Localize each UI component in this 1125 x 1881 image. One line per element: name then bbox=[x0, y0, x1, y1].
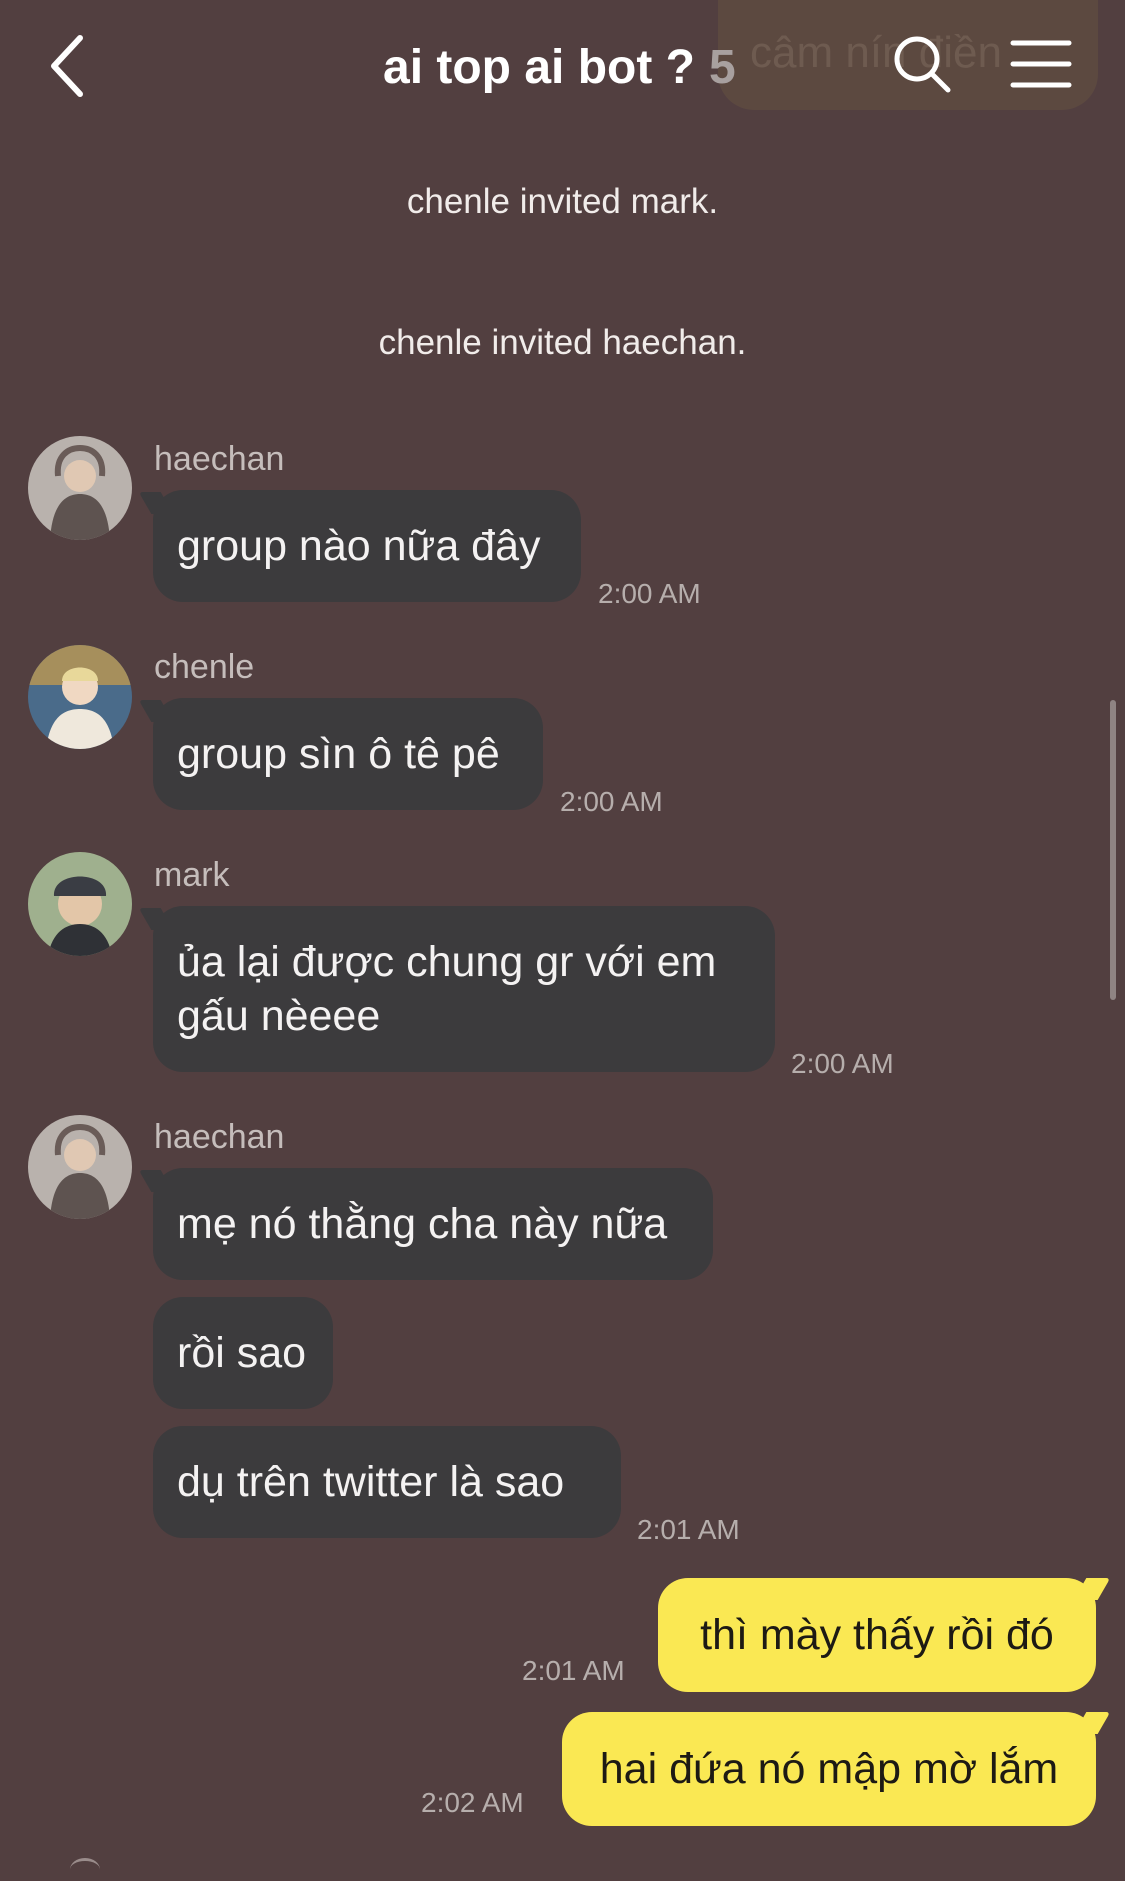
message-time: 2:00 AM bbox=[560, 786, 663, 817]
message-text: group sìn ô tê pê bbox=[177, 730, 500, 778]
message-text: mẹ nó thằng cha này nữa bbox=[177, 1200, 668, 1248]
chat-title[interactable]: ai top ai bot ? 5 bbox=[383, 40, 736, 95]
message-text: rồi sao bbox=[177, 1329, 307, 1377]
my-message-time: 2:01 AM bbox=[522, 1655, 625, 1686]
chat-title-text: ai top ai bot ? bbox=[383, 41, 695, 94]
message-bubble[interactable]: group nào nữa đây bbox=[153, 490, 581, 602]
chat-header: câm nín điền ai top ai bot ? 5 bbox=[0, 0, 1125, 140]
message-bubble[interactable]: group sìn ô tê pê bbox=[153, 698, 543, 810]
avatar-chenle[interactable] bbox=[28, 645, 132, 749]
scrollbar[interactable] bbox=[1110, 700, 1116, 1000]
sender-name: chenle bbox=[154, 648, 255, 686]
my-message-bubble[interactable]: thì mày thấy rồi đó bbox=[658, 1578, 1096, 1692]
sender-name: haechan bbox=[154, 440, 285, 478]
ghost-overlay-text: câm nín điền bbox=[750, 28, 1002, 77]
message-bubble[interactable]: mẹ nó thằng cha này nữa bbox=[153, 1168, 713, 1280]
chevron-left-icon[interactable] bbox=[40, 30, 100, 102]
message-time: 2:00 AM bbox=[598, 578, 701, 609]
my-message-text: thì mày thấy rồi đó bbox=[700, 1610, 1054, 1659]
hamburger-menu-icon[interactable] bbox=[1010, 38, 1072, 90]
avatar-haechan[interactable] bbox=[28, 1115, 132, 1219]
sender-name: mark bbox=[154, 856, 230, 894]
avatar-mark[interactable] bbox=[28, 852, 132, 956]
message-bubble[interactable]: rồi sao bbox=[153, 1297, 333, 1409]
my-message-bubble[interactable]: hai đứa nó mập mờ lắm bbox=[562, 1712, 1096, 1826]
system-message: chenle invited haechan. bbox=[378, 323, 747, 362]
my-message-time: 2:02 AM bbox=[421, 1787, 524, 1818]
message-bubble[interactable]: ủa lại được chung gr với em gấu nèeee bbox=[153, 906, 775, 1072]
sender-name: haechan bbox=[154, 1118, 285, 1156]
avatar-haechan[interactable] bbox=[28, 436, 132, 540]
message-bubble[interactable]: dụ trên twitter là sao bbox=[153, 1426, 621, 1538]
message-time: 2:00 AM bbox=[791, 1048, 894, 1079]
member-count: 5 bbox=[708, 41, 736, 94]
system-message: chenle invited mark. bbox=[406, 182, 719, 221]
my-message-text: hai đứa nó mập mờ lắm bbox=[599, 1744, 1059, 1793]
search-icon[interactable] bbox=[890, 32, 954, 96]
message-text: dụ trên twitter là sao bbox=[177, 1458, 565, 1506]
message-text: ủa lại được chung gr với em gấu nèeee bbox=[177, 938, 717, 1040]
message-text: group nào nữa đây bbox=[177, 522, 541, 570]
message-time: 2:01 AM bbox=[637, 1514, 740, 1545]
